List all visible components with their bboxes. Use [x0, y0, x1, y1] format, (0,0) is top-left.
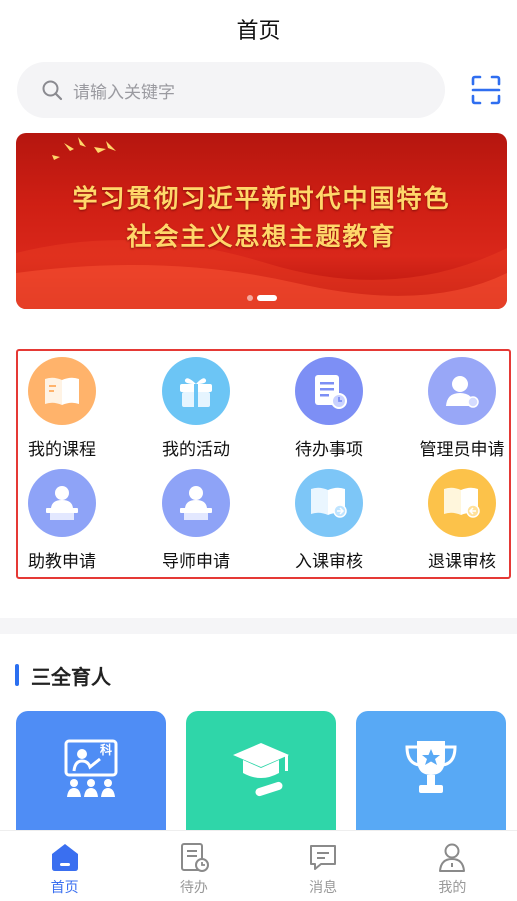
grid-item-label: 助教申请	[28, 552, 96, 572]
grid-item-course-enter-review[interactable]: 入课审核	[269, 469, 389, 572]
message-icon	[310, 845, 337, 870]
card-classroom[interactable]: 科	[16, 711, 166, 836]
grid-item-label: 退课审核	[428, 552, 496, 572]
grid-item-label: 管理员申请	[419, 440, 505, 460]
tab-profile[interactable]: 我的	[388, 831, 517, 901]
section-divider	[0, 618, 517, 634]
tab-home[interactable]: 首页	[0, 831, 129, 901]
card-graduation[interactable]	[186, 711, 336, 836]
tab-label: 我的	[438, 880, 467, 896]
grid-item-label: 我的课程	[28, 440, 96, 460]
carousel-dot-active	[256, 295, 277, 301]
admin-user-icon	[446, 376, 479, 408]
grid-item-ta-apply[interactable]: 助教申请	[2, 469, 122, 572]
grid-icon-circle	[162, 469, 230, 537]
grid-item-label: 待办事项	[295, 440, 363, 460]
section-title: 三全育人	[31, 664, 111, 689]
todo-icon	[180, 843, 209, 872]
grid-icon-circle	[162, 357, 230, 425]
grid-icon-circle	[28, 357, 96, 425]
grid-icon-circle	[28, 469, 96, 537]
tab-label: 首页	[50, 880, 79, 896]
book-icon	[45, 377, 79, 405]
tab-todo[interactable]: 待办	[129, 831, 258, 901]
grid-item-admin-apply[interactable]: 管理员申请	[402, 357, 517, 460]
grid-item-label: 我的活动	[162, 440, 230, 460]
grid-item-label: 导师申请	[162, 552, 230, 572]
course-exit-review-icon	[444, 487, 480, 518]
grid-icon-circle	[295, 469, 363, 537]
grid-item-todo[interactable]: 待办事项	[269, 357, 389, 460]
course-enter-review-icon	[311, 487, 347, 518]
carousel-indicator	[246, 295, 277, 301]
mentor-podium-icon	[180, 486, 212, 520]
grid-item-mentor-apply[interactable]: 导师申请	[136, 469, 256, 572]
section-accent-bar	[15, 664, 19, 686]
card-trophy[interactable]	[356, 711, 506, 836]
tab-label: 待办	[179, 880, 208, 896]
section-header: 三全育人	[15, 662, 111, 689]
teacher-podium-icon	[46, 486, 78, 520]
todo-list-icon	[315, 375, 347, 409]
home-icon	[51, 844, 78, 871]
grid-icon-circle	[428, 469, 496, 537]
function-grid: 我的课程 我的活动 待办事项 管理员申请 助教申请 导师申请 入课审核 退课审核	[16, 349, 511, 579]
scan-icon[interactable]	[470, 74, 502, 106]
profile-icon	[439, 843, 466, 872]
tab-messages[interactable]: 消息	[259, 831, 388, 901]
tab-label: 消息	[309, 880, 338, 896]
grid-item-label: 入课审核	[295, 552, 363, 572]
grid-icon-circle	[295, 357, 363, 425]
graduation-cap-icon	[233, 743, 289, 797]
card-badge-text: 科	[100, 742, 112, 757]
banner-line-2: 社会主义思想主题教育	[126, 222, 397, 251]
page-title: 首页	[236, 19, 281, 44]
trophy-icon	[405, 741, 457, 793]
bottom-tab-bar: 首页 待办 消息 我的	[0, 830, 517, 901]
search-input[interactable]: 请输入关键字	[17, 62, 445, 118]
grid-item-my-activities[interactable]: 我的活动	[136, 357, 256, 460]
search-row: 请输入关键字	[17, 62, 502, 118]
grid-icon-circle	[428, 357, 496, 425]
grid-item-my-courses[interactable]: 我的课程	[2, 357, 122, 460]
gift-icon	[180, 378, 212, 407]
classroom-icon: 科	[64, 739, 118, 797]
search-icon	[42, 80, 63, 101]
promo-banner[interactable]: 学习贯彻习近平新时代中国特色 社会主义思想主题教育	[16, 133, 507, 309]
banner-line-1: 学习贯彻习近平新时代中国特色	[72, 184, 451, 213]
search-placeholder: 请输入关键字	[73, 82, 175, 103]
carousel-dot	[246, 295, 253, 301]
header: 首页	[0, 0, 517, 58]
grid-item-course-exit-review[interactable]: 退课审核	[402, 469, 517, 572]
